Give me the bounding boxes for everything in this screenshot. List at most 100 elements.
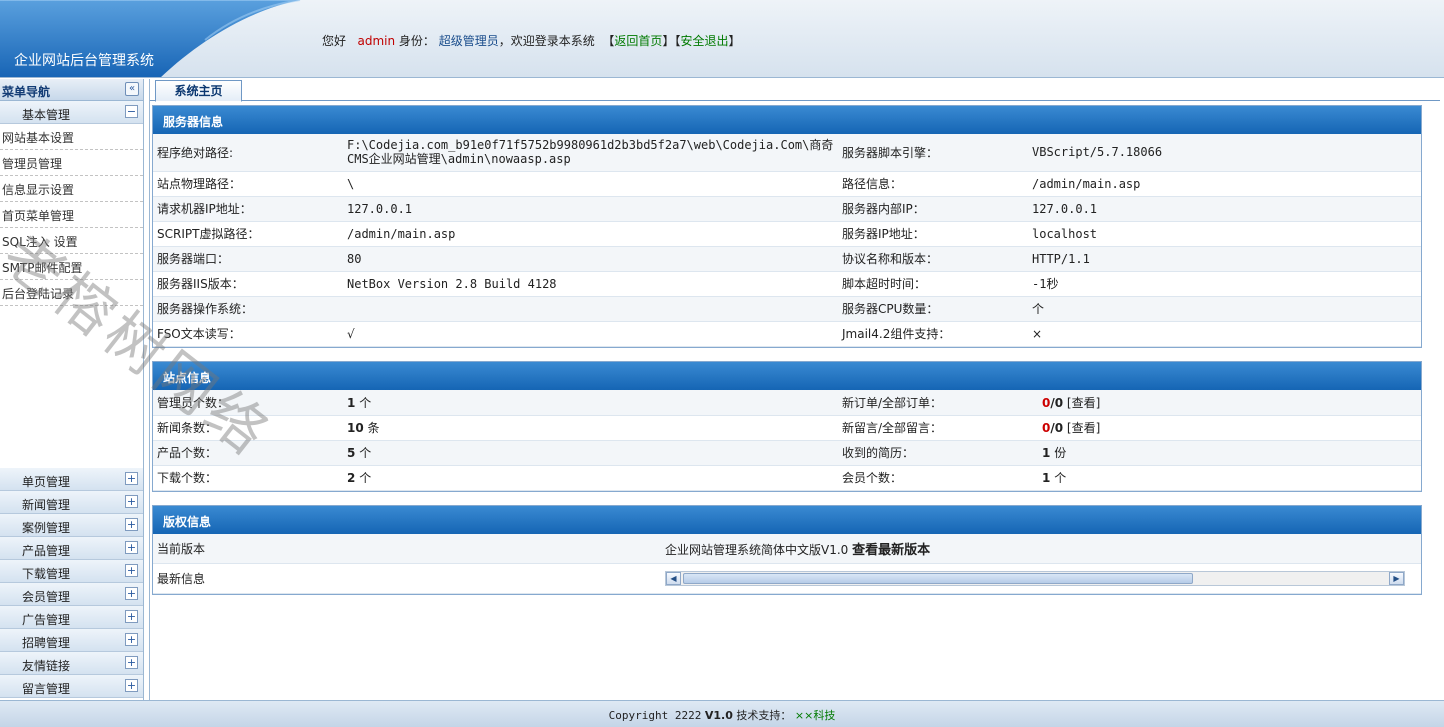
- row-value: 80: [343, 246, 838, 272]
- row-value: 127.0.0.1: [1028, 196, 1421, 222]
- menu-item-login-log[interactable]: 后台登陆记录: [0, 280, 143, 306]
- scroll-thumb[interactable]: [683, 572, 1193, 584]
- expand-icon[interactable]: +: [125, 610, 138, 623]
- back-home-link[interactable]: 返回首页: [614, 34, 662, 48]
- sidebar-title: 菜单导航: [2, 85, 51, 99]
- view-orders-link[interactable]: [查看]: [1067, 396, 1100, 410]
- expand-icon[interactable]: +: [125, 564, 138, 577]
- expand-icon[interactable]: +: [125, 495, 138, 508]
- table-row: 下载个数： 2 个 会员个数： 1 个: [153, 465, 1421, 491]
- copyright-panel: 版权信息 当前版本 企业网站管理系统简体中文版V1.0 查看最新版本 最新信息 …: [152, 505, 1422, 595]
- menu-group-cases[interactable]: 案例管理 +: [0, 514, 143, 537]
- row-value: 企业网站管理系统简体中文版V1.0 查看最新版本: [661, 534, 1421, 564]
- footer-support: ××科技: [794, 709, 836, 722]
- panel-title: 版权信息: [153, 506, 1421, 534]
- news-count: 10: [347, 421, 364, 435]
- copyright-table: 当前版本 企业网站管理系统简体中文版V1.0 查看最新版本 最新信息 ◀ ▶: [153, 534, 1421, 594]
- menu-group-products[interactable]: 产品管理 +: [0, 537, 143, 560]
- table-row: SCRIPT虚拟路径： /admin/main.asp 服务器IP地址： loc…: [153, 221, 1421, 247]
- menu-group-ads[interactable]: 广告管理 +: [0, 606, 143, 629]
- row-label: 下载个数：: [153, 465, 343, 491]
- welcome-text: ，欢迎登录本系统: [498, 34, 595, 48]
- menu-item-smtp[interactable]: SMTP邮件配置: [0, 254, 143, 280]
- table-row: 程序绝对路径: F:\Codejia.com_b91e0f71f5752b998…: [153, 134, 1421, 172]
- check-latest-link[interactable]: 查看最新版本: [852, 543, 930, 558]
- row-value: 1 个: [1038, 465, 1421, 491]
- menu-group-news[interactable]: 新闻管理 +: [0, 491, 143, 514]
- view-messages-link[interactable]: [查看]: [1067, 421, 1100, 435]
- row-label: 服务器IP地址：: [838, 221, 1028, 247]
- fso-check-icon: √: [343, 321, 838, 347]
- user-greeting: 您好 admin 身份： 超级管理员，欢迎登录本系统 【返回首页】【安全退出】: [322, 34, 741, 48]
- row-label: 新留言/全部留言：: [838, 415, 1038, 441]
- row-value: 1 份: [1038, 440, 1421, 466]
- site-info-panel: 站点信息 管理员个数： 1 个 新订单/全部订单： 0/0 [查看] 新闻条数：…: [152, 361, 1422, 492]
- menu-group-label: 会员管理: [22, 590, 71, 604]
- row-label: 最新信息: [153, 563, 661, 594]
- sidebar-header: 菜单导航 «: [0, 79, 143, 101]
- row-value: /admin/main.asp: [343, 221, 838, 247]
- tab-home[interactable]: 系统主页: [155, 80, 242, 102]
- row-value: 2 个: [343, 465, 838, 491]
- username: admin: [357, 34, 396, 48]
- row-value: 0/0 [查看]: [1038, 390, 1421, 416]
- expand-icon[interactable]: +: [125, 656, 138, 669]
- row-label: 程序绝对路径:: [153, 134, 343, 172]
- row-label: 产品个数：: [153, 440, 343, 466]
- resume-count: 1: [1042, 446, 1051, 460]
- menu-group-label: 广告管理: [22, 613, 71, 627]
- row-value: -1秒: [1028, 271, 1421, 297]
- menu-item-sql-injection[interactable]: SQL注入 设置: [0, 228, 143, 254]
- menu-group-basic[interactable]: 基本管理 −: [0, 101, 143, 124]
- menu-group-links[interactable]: 友情链接 +: [0, 652, 143, 675]
- collapse-sidebar-icon[interactable]: «: [125, 82, 139, 96]
- menu-group-downloads[interactable]: 下载管理 +: [0, 560, 143, 583]
- menu-item-display-settings[interactable]: 信息显示设置: [0, 176, 143, 202]
- collapse-group-icon[interactable]: −: [125, 105, 138, 118]
- menu-item-admin-management[interactable]: 管理员管理: [0, 150, 143, 176]
- menu-group-label: 下载管理: [22, 567, 71, 581]
- row-label: SCRIPT虚拟路径：: [153, 221, 343, 247]
- expand-icon[interactable]: +: [125, 633, 138, 646]
- row-label: Jmail4.2组件支持：: [838, 321, 1028, 347]
- expand-icon[interactable]: +: [125, 541, 138, 554]
- menu-item-site-settings[interactable]: 网站基本设置: [0, 124, 143, 150]
- menu-item-home-menu[interactable]: 首页菜单管理: [0, 202, 143, 228]
- row-label: 服务器端口：: [153, 246, 343, 272]
- menu-group-messages[interactable]: 留言管理 +: [0, 675, 143, 698]
- panel-title: 站点信息: [153, 362, 1421, 390]
- row-label: 脚本超时时间：: [838, 271, 1028, 297]
- row-value: F:\Codejia.com_b91e0f71f5752b9980961d2b3…: [343, 134, 838, 172]
- expand-icon[interactable]: +: [125, 679, 138, 692]
- row-label: 服务器操作系统：: [153, 296, 343, 322]
- row-value: [343, 296, 838, 322]
- expand-icon[interactable]: +: [125, 587, 138, 600]
- unit: 个: [359, 446, 372, 460]
- row-label: 服务器CPU数量：: [838, 296, 1028, 322]
- row-label: 新闻条数：: [153, 415, 343, 441]
- header: 企业网站后台管理系统 您好 admin 身份： 超级管理员，欢迎登录本系统 【返…: [0, 0, 1444, 78]
- row-value: NetBox Version 2.8 Build 4128: [343, 271, 838, 297]
- row-value: 127.0.0.1: [343, 196, 838, 222]
- admin-count: 1: [347, 395, 356, 410]
- menu-group-members[interactable]: 会员管理 +: [0, 583, 143, 606]
- menu-group-label: 友情链接: [22, 659, 71, 673]
- role-label: 身份：: [398, 34, 435, 48]
- expand-icon[interactable]: +: [125, 518, 138, 531]
- row-value: HTTP/1.1: [1028, 246, 1421, 272]
- latest-info-scrollbar[interactable]: ◀ ▶: [665, 570, 1405, 586]
- row-value: 1 个: [343, 390, 838, 416]
- row-value: /admin/main.asp: [1028, 171, 1421, 197]
- main-content: 系统主页 服务器信息 程序绝对路径: F:\Codejia.com_b91e0f…: [149, 79, 1440, 700]
- expand-icon[interactable]: +: [125, 472, 138, 485]
- menu-group-jobs[interactable]: 招聘管理 +: [0, 629, 143, 652]
- scroll-left-icon[interactable]: ◀: [666, 571, 681, 585]
- unit: 个: [359, 471, 372, 485]
- user-role: 超级管理员: [438, 34, 499, 48]
- menu-group-label: 新闻管理: [22, 498, 71, 512]
- scroll-right-icon[interactable]: ▶: [1389, 571, 1404, 585]
- menu-group-label: 案例管理: [22, 521, 71, 535]
- menu-group-pages[interactable]: 单页管理 +: [0, 468, 143, 491]
- footer: Copyright 2222 V1.0 技术支持： ××科技: [0, 700, 1444, 727]
- logout-link[interactable]: 安全退出: [680, 34, 728, 48]
